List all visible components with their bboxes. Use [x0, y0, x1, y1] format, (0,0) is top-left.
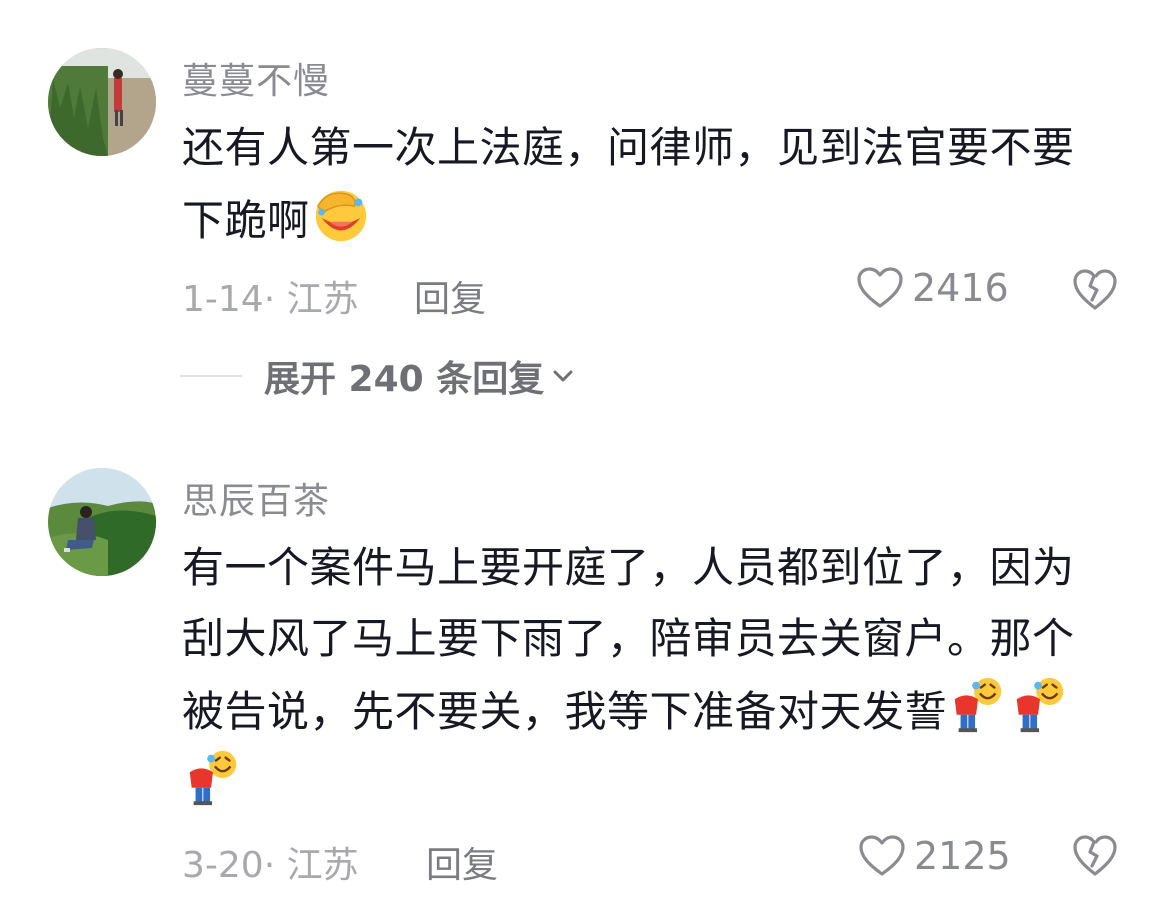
avatar[interactable]: [48, 48, 156, 156]
like-button[interactable]: 2416: [856, 266, 1009, 310]
comment-date-location: 3-20· 江苏: [182, 845, 359, 886]
comment-text-line: 下跪啊: [182, 183, 1122, 256]
like-count: 2416: [912, 266, 1009, 310]
comment-text-line: 刮大风了马上要下雨了，陪审员去关窗户。那个: [182, 614, 1075, 663]
broken-heart-icon[interactable]: [1072, 268, 1118, 312]
comment-text-line: 有一个案件马上要开庭了，人员都到位了，因为: [182, 543, 1075, 592]
comment-text: 有一个案件马上要开庭了，人员都到位了，因为 刮大风了马上要下雨了，陪审员去关窗户…: [182, 532, 1122, 820]
comment-text-line: [182, 747, 1122, 820]
divider-line: [180, 375, 242, 377]
expand-replies-label: 展开 240 条回复: [264, 359, 545, 400]
avatar[interactable]: [48, 468, 156, 576]
avatar-image: [48, 468, 156, 576]
comment-text: 还有人第一次上法庭，问律师，见到法官要不要 下跪啊: [182, 112, 1122, 256]
reply-button[interactable]: 回复: [426, 836, 498, 888]
comment-text-line: 还有人第一次上法庭，问律师，见到法官要不要: [182, 123, 1075, 172]
comment-date-location: 1-14· 江苏: [182, 279, 359, 320]
username[interactable]: 蔓蔓不慢: [182, 52, 330, 104]
heart-outline-icon: [859, 835, 905, 876]
avatar-image: [48, 48, 156, 156]
chevron-down-icon: [553, 370, 573, 382]
facepalm-laugh-emoji-icon: [310, 183, 372, 245]
expand-replies-button[interactable]: 展开 240 条回复: [180, 350, 574, 402]
heart-outline-icon: [857, 267, 903, 308]
username[interactable]: 思辰百茶: [182, 472, 330, 524]
bowing-laugh-emoji-icon: [1009, 674, 1071, 736]
bowing-laugh-emoji-icon: [947, 674, 1009, 736]
reply-button[interactable]: 回复: [414, 270, 486, 322]
like-count: 2125: [914, 834, 1011, 878]
broken-heart-icon[interactable]: [1072, 834, 1118, 878]
like-button[interactable]: 2125: [858, 834, 1011, 878]
comment-text-line: 被告说，先不要关，我等下准备对天发誓: [182, 674, 1122, 747]
bowing-laugh-emoji-icon: [182, 747, 244, 809]
